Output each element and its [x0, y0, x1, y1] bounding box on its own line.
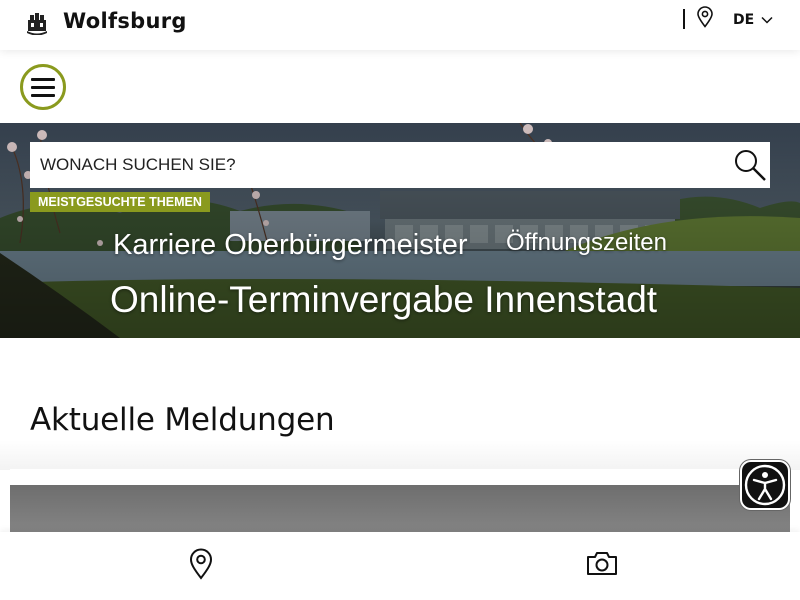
menu-bar [0, 50, 800, 123]
topic-link-terminvergabe[interactable]: Online-Terminvergabe Innenstadt [110, 279, 657, 321]
search-icon [735, 150, 766, 181]
news-card[interactable] [10, 469, 790, 485]
bottom-navigation [0, 532, 800, 600]
city-crest-icon[interactable] [26, 11, 48, 35]
map-pin-icon[interactable] [696, 6, 714, 28]
hamburger-line [31, 86, 55, 89]
news-card-shadow [0, 440, 800, 470]
search-button[interactable] [730, 142, 770, 188]
accessibility-button[interactable] [740, 460, 790, 510]
header-divider [683, 9, 685, 29]
language-selector[interactable]: DE [733, 12, 773, 28]
chevron-down-icon [761, 16, 773, 24]
topic-link-oeffnungszeiten[interactable]: Öffnungszeiten [506, 229, 667, 257]
topic-link-karriere[interactable]: Karriere Oberbürgermeister [113, 229, 468, 262]
hamburger-menu-button[interactable] [20, 64, 66, 110]
top-header: Wolfsburg DE [0, 0, 800, 50]
section-title-news: Aktuelle Meldungen [30, 402, 335, 438]
hero-banner: MEISTGESUCHTE THEMEN Karriere Oberbürger… [0, 123, 800, 338]
hamburger-line [31, 94, 55, 97]
accessibility-person-icon [744, 464, 786, 506]
search-bar [30, 142, 770, 188]
site-title[interactable]: Wolfsburg [63, 9, 187, 33]
search-input[interactable] [30, 142, 730, 188]
hamburger-line [31, 78, 55, 81]
language-label: DE [733, 12, 755, 28]
popular-topics-label: MEISTGESUCHTE THEMEN [30, 192, 210, 212]
camera-icon[interactable] [586, 550, 618, 576]
map-pin-icon[interactable] [188, 548, 214, 580]
